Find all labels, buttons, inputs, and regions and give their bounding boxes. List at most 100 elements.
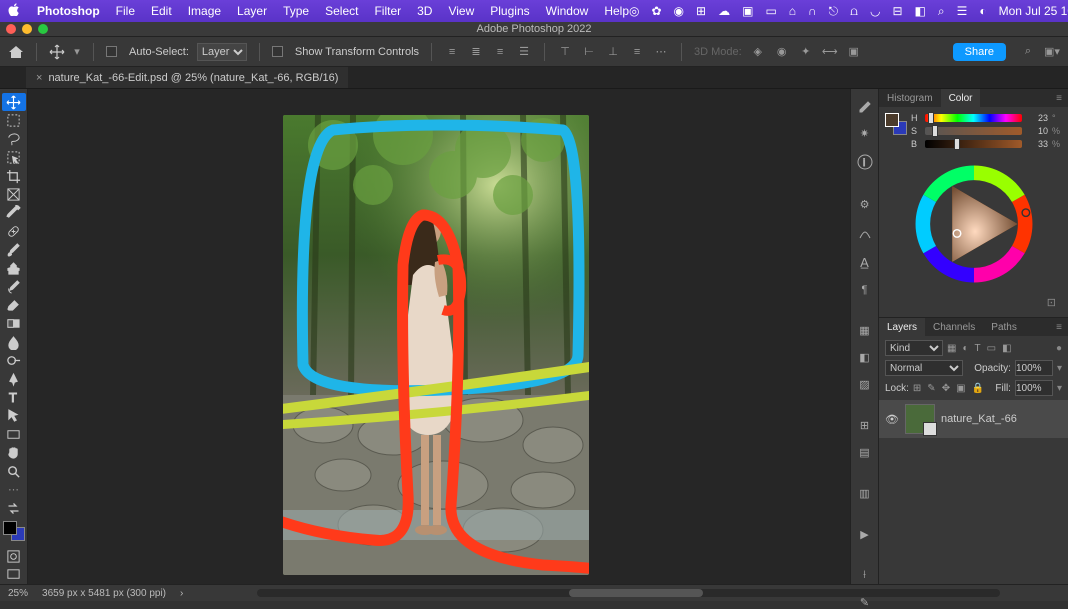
status-icon[interactable]: ∩ — [808, 4, 817, 18]
object-selection-tool[interactable] — [2, 148, 26, 166]
align-stretch-icon[interactable]: ☰ — [516, 44, 532, 60]
lock-transparent-icon[interactable]: ⊞ — [913, 383, 921, 394]
distribute-icon[interactable]: ≡ — [629, 44, 645, 60]
align-right-icon[interactable]: ≡ — [492, 44, 508, 60]
filter-toggle-icon[interactable]: ● — [1056, 343, 1062, 354]
opacity-input[interactable] — [1015, 360, 1053, 376]
menu-plugins[interactable]: Plugins — [490, 4, 529, 18]
menu-select[interactable]: Select — [325, 4, 358, 18]
menu-window[interactable]: Window — [546, 4, 589, 18]
home-icon[interactable] — [8, 44, 24, 60]
zoom-level[interactable]: 25% — [8, 588, 28, 599]
status-icon[interactable]: ▣ — [742, 4, 753, 18]
sat-value[interactable] — [1026, 126, 1048, 136]
auto-select-checkbox[interactable] — [106, 46, 121, 58]
lock-artboard-icon[interactable]: ▣ — [956, 383, 965, 394]
history-icon[interactable]: ▥ — [856, 487, 874, 500]
gradient-tool[interactable] — [2, 314, 26, 332]
layer-thumbnail[interactable] — [905, 404, 935, 434]
quickmask-icon[interactable] — [2, 547, 26, 565]
play-icon[interactable]: ▶ — [856, 528, 874, 541]
status-icon[interactable]: ⩍ — [850, 4, 858, 19]
filter-pixel-icon[interactable]: ▦ — [947, 343, 956, 354]
bri-slider[interactable] — [925, 140, 1022, 148]
status-icon[interactable]: ⎋ — [829, 4, 839, 19]
brush-icon[interactable]: ✎ — [856, 596, 874, 609]
filter-kind-dropdown[interactable]: Kind — [885, 340, 943, 356]
rectangle-tool[interactable] — [2, 425, 26, 443]
search-icon[interactable]: ⌕ — [938, 4, 945, 19]
lock-all-icon[interactable]: 🔒 — [972, 383, 984, 394]
more-options-icon[interactable]: ⋯ — [653, 44, 669, 60]
menu-view[interactable]: View — [448, 4, 474, 18]
menu-file[interactable]: File — [116, 4, 135, 18]
libraries-icon[interactable]: ▤ — [856, 446, 874, 459]
move-tool[interactable] — [2, 93, 26, 111]
status-icon[interactable]: ✿ — [651, 4, 661, 18]
auto-select-target-dropdown[interactable]: Layer — [197, 43, 247, 61]
tab-histogram[interactable]: Histogram — [879, 89, 941, 107]
status-icon[interactable]: ⊞ — [696, 4, 706, 18]
filter-adjust-icon[interactable]: ◐ — [962, 343, 968, 354]
actions-icon[interactable]: ⊞ — [856, 419, 874, 432]
apple-menu-icon[interactable] — [8, 3, 21, 19]
fill-input[interactable] — [1015, 380, 1053, 396]
hand-tool[interactable] — [2, 444, 26, 462]
menu-layer[interactable]: Layer — [237, 4, 267, 18]
close-window-button[interactable] — [6, 24, 16, 34]
lock-image-icon[interactable]: ✎ — [927, 383, 935, 394]
gradients-icon[interactable]: ◧ — [856, 351, 874, 364]
blur-tool[interactable] — [2, 333, 26, 351]
control-center-icon[interactable]: ☰ — [957, 4, 968, 18]
share-button[interactable]: Share — [953, 43, 1006, 61]
ruler-icon[interactable]: ⟊ — [856, 569, 874, 582]
close-tab-icon[interactable]: × — [36, 72, 42, 84]
menu-help[interactable]: Help — [604, 4, 629, 18]
status-icon[interactable]: ⊟ — [892, 4, 902, 18]
panel-color-swatches[interactable] — [885, 113, 907, 135]
expand-panel-icon[interactable]: ⊡ — [1047, 296, 1056, 309]
brush-tool[interactable] — [2, 241, 26, 259]
doc-info[interactable]: 3659 px x 5481 px (300 ppi) — [42, 588, 166, 599]
status-icon[interactable]: ◎ — [629, 4, 639, 18]
align-center-v-icon[interactable]: ⊢ — [581, 44, 597, 60]
filter-shape-icon[interactable]: ▭ — [987, 343, 996, 354]
status-icon[interactable]: ▭ — [765, 4, 776, 18]
zoom-window-button[interactable] — [38, 24, 48, 34]
paragraph-icon[interactable]: ¶ — [856, 284, 874, 296]
brush-settings-icon[interactable] — [856, 97, 874, 113]
tab-channels[interactable]: Channels — [925, 318, 983, 336]
history-brush-tool[interactable] — [2, 278, 26, 296]
spot-healing-tool[interactable] — [2, 222, 26, 240]
menu-filter[interactable]: Filter — [374, 4, 401, 18]
styles-icon[interactable] — [856, 225, 874, 241]
workspace-switcher-icon[interactable]: ▣▾ — [1044, 44, 1060, 60]
doc-info-arrow-icon[interactable]: › — [180, 588, 183, 599]
screenmode-icon[interactable] — [2, 565, 26, 583]
menu-edit[interactable]: Edit — [151, 4, 172, 18]
filter-type-icon[interactable]: T — [975, 343, 981, 354]
crop-tool[interactable] — [2, 167, 26, 185]
status-icon[interactable]: ◧ — [915, 4, 926, 18]
clock[interactable]: Mon Jul 25 10:19 PM — [999, 4, 1068, 18]
eraser-tool[interactable] — [2, 296, 26, 314]
opacity-dropdown-icon[interactable]: ▾ — [1057, 363, 1062, 374]
light-icon[interactable]: ✷ — [856, 127, 874, 140]
align-bottom-icon[interactable]: ⊥ — [605, 44, 621, 60]
lasso-tool[interactable] — [2, 130, 26, 148]
app-menu[interactable]: Photoshop — [37, 4, 100, 18]
swap-colors-icon[interactable] — [2, 503, 26, 515]
document-canvas[interactable] — [283, 115, 589, 575]
pen-tool[interactable] — [2, 370, 26, 388]
filter-smart-icon[interactable]: ◧ — [1002, 343, 1011, 354]
status-icon[interactable]: ☁ — [718, 4, 730, 18]
frame-tool[interactable] — [2, 185, 26, 203]
hue-value[interactable] — [1026, 113, 1048, 123]
minimize-window-button[interactable] — [22, 24, 32, 34]
status-icon[interactable]: ⌂ — [789, 4, 796, 18]
zoom-tool[interactable] — [2, 462, 26, 480]
dodge-tool[interactable] — [2, 351, 26, 369]
type-tool[interactable]: T — [2, 388, 26, 406]
align-top-icon[interactable]: ⊤ — [557, 44, 573, 60]
sat-slider[interactable] — [925, 127, 1022, 135]
